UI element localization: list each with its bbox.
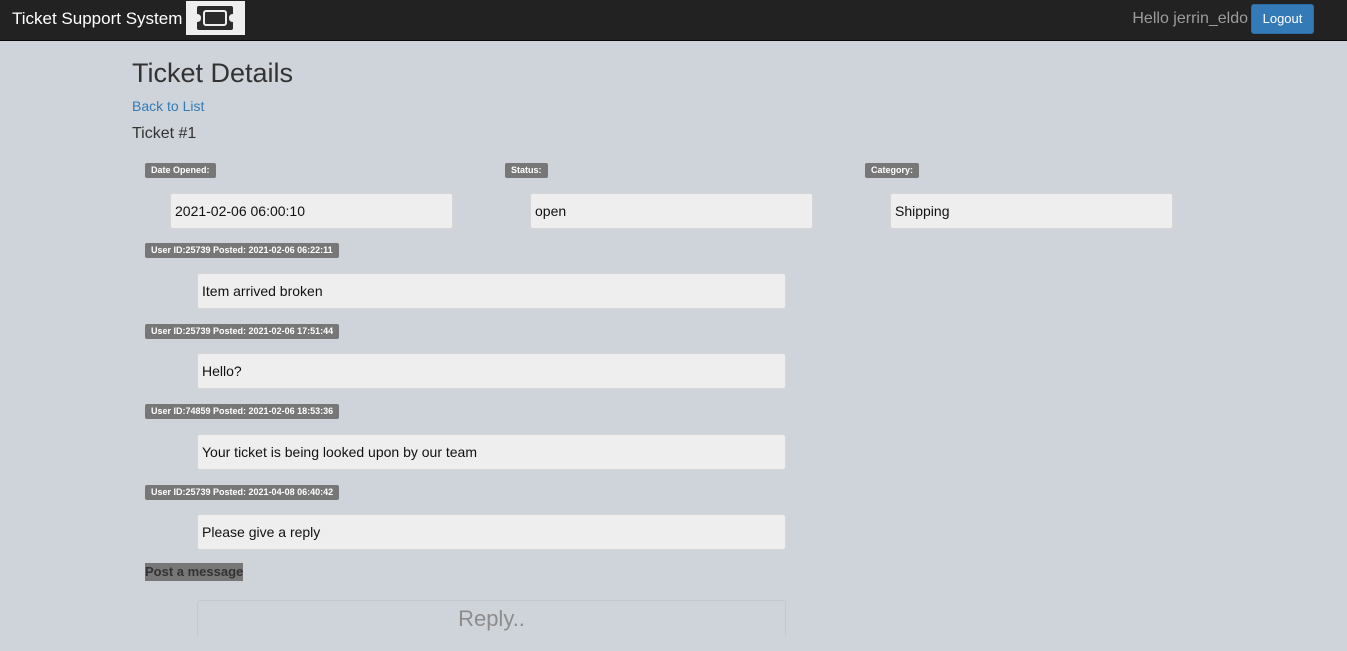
message-text: Please give a reply <box>197 514 786 550</box>
ticket-number: Ticket #1 <box>132 125 197 142</box>
status-label: Status: <box>505 163 548 178</box>
user-greeting: Hello jerrin_eldo <box>1132 10 1248 27</box>
category-label: Category: <box>865 163 920 178</box>
ticket-icon <box>186 1 245 35</box>
top-navbar: Ticket Support System Hello jerrin_eldo … <box>0 0 1347 41</box>
status-field: open <box>530 193 813 229</box>
message-header: User ID:25739 Posted: 2021-02-06 06:22:1… <box>145 243 339 258</box>
message-text: Your ticket is being looked upon by our … <box>197 434 786 470</box>
reply-input[interactable] <box>197 600 786 636</box>
message-text: Item arrived broken <box>197 273 786 309</box>
brand-title[interactable]: Ticket Support System <box>12 9 182 29</box>
date-opened-field: 2021-02-06 06:00:10 <box>170 193 453 229</box>
date-opened-label: Date Opened: <box>145 163 216 178</box>
post-message-label: Post a message <box>145 563 244 581</box>
page-title: Ticket Details <box>132 58 294 88</box>
message-header: User ID:25739 Posted: 2021-02-06 17:51:4… <box>145 324 340 339</box>
category-field: Shipping <box>890 193 1173 229</box>
message-header: User ID:74859 Posted: 2021-02-06 18:53:3… <box>145 404 340 419</box>
message-text: Hello? <box>197 353 786 389</box>
logout-button[interactable]: Logout <box>1251 4 1314 34</box>
back-to-list-link[interactable]: Back to List <box>132 98 204 114</box>
message-header: User ID:25739 Posted: 2021-04-08 06:40:4… <box>145 485 340 500</box>
